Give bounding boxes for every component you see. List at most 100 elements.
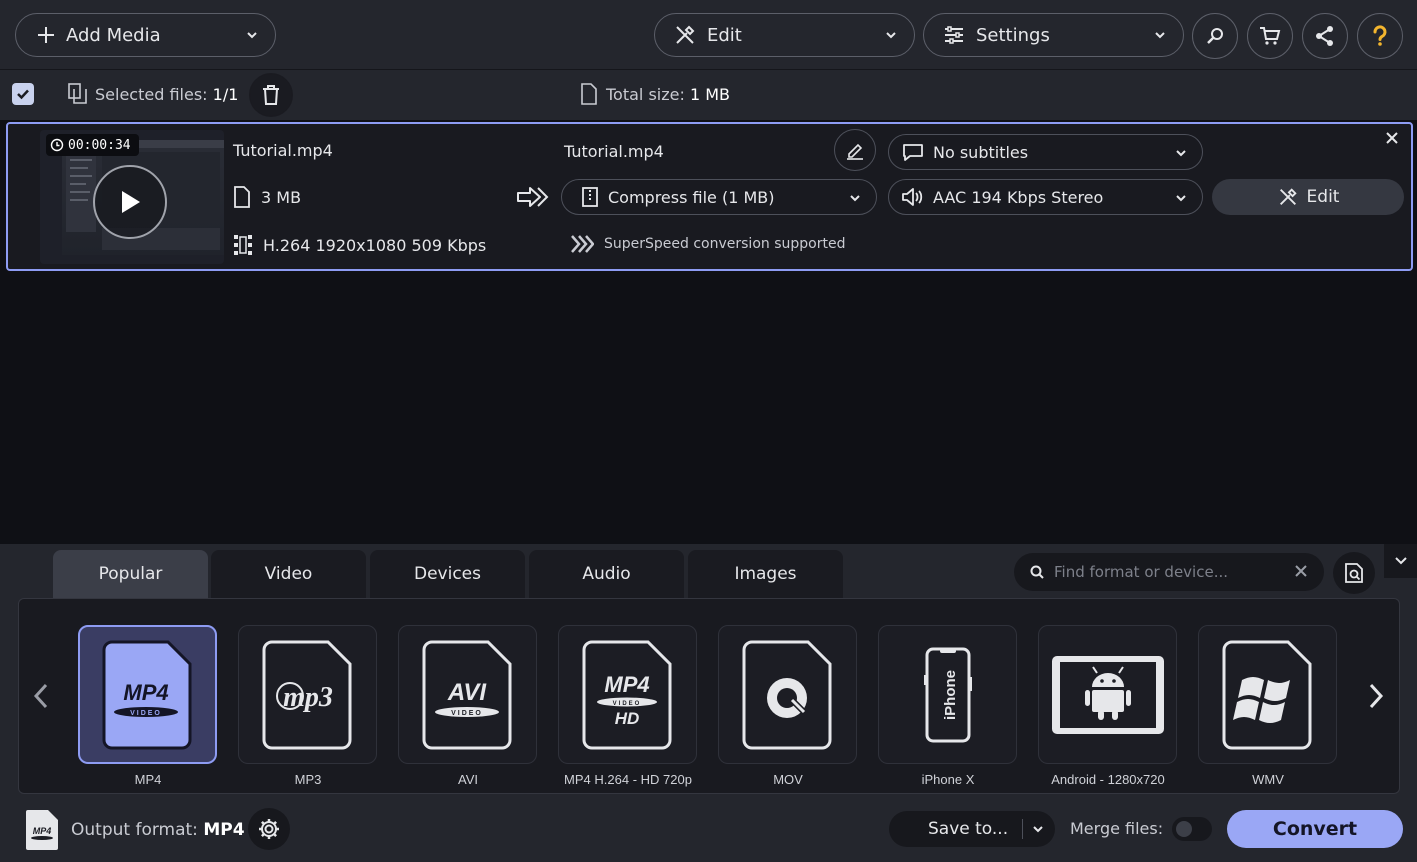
film-icon bbox=[233, 234, 263, 256]
scroll-right-button[interactable] bbox=[1366, 681, 1386, 711]
tab-popular[interactable]: Popular bbox=[53, 550, 208, 598]
help-button[interactable] bbox=[1357, 13, 1403, 59]
avi-icon: AVI VIDEO bbox=[422, 640, 511, 749]
format-iphone-x[interactable]: iPhone bbox=[878, 625, 1017, 764]
mp4-icon: MP4 VIDEO bbox=[102, 640, 191, 749]
remove-file-button[interactable] bbox=[1385, 131, 1399, 145]
format-android[interactable] bbox=[1038, 625, 1177, 764]
select-all-checkbox[interactable] bbox=[12, 83, 34, 105]
format-mp4[interactable]: MP4 VIDEO bbox=[78, 625, 217, 764]
format-label: MP3 bbox=[294, 772, 322, 787]
video-thumbnail[interactable]: 00:00:34 bbox=[40, 130, 224, 264]
superspeed-info: SuperSpeed conversion supported bbox=[570, 234, 845, 254]
chevron-down-icon[interactable] bbox=[1031, 822, 1045, 836]
file-list-empty-area bbox=[0, 272, 1417, 544]
question-icon bbox=[1369, 25, 1391, 47]
settings-menu-button[interactable]: Settings bbox=[923, 13, 1184, 57]
edit-menu-button[interactable]: Edit bbox=[654, 13, 915, 57]
search-button[interactable] bbox=[1192, 13, 1238, 59]
close-icon bbox=[1385, 131, 1399, 145]
save-to-button[interactable]: Save to... bbox=[889, 811, 1055, 847]
add-media-button[interactable]: Add Media bbox=[15, 13, 276, 57]
format-mp4-hd[interactable]: MP4 VIDEO HD bbox=[558, 625, 697, 764]
selection-bar: Selected files: 1/1 Total size: 1 MB bbox=[0, 70, 1417, 120]
top-toolbar: Add Media Edit Settings bbox=[0, 0, 1417, 70]
format-wmv[interactable] bbox=[1198, 625, 1337, 764]
search-icon bbox=[1030, 565, 1044, 579]
trash-icon bbox=[261, 84, 281, 106]
source-size-text: 3 MB bbox=[261, 187, 302, 207]
tab-devices[interactable]: Devices bbox=[370, 550, 525, 598]
subtitles-label: No subtitles bbox=[933, 142, 1029, 162]
mp4-icon-band: VIDEO bbox=[130, 710, 162, 717]
duration-badge: 00:00:34 bbox=[46, 134, 139, 156]
speech-bubble-icon bbox=[901, 142, 925, 162]
windows-icon bbox=[1222, 640, 1311, 749]
play-button[interactable] bbox=[93, 165, 167, 239]
find-format-button[interactable] bbox=[1333, 552, 1375, 594]
clear-search-icon[interactable] bbox=[1294, 564, 1308, 578]
audio-label: AAC 194 Kbps Stereo bbox=[933, 187, 1104, 207]
sliders-icon bbox=[942, 23, 966, 47]
collapse-panel-button[interactable] bbox=[1384, 544, 1417, 578]
format-mp3[interactable]: mp3 bbox=[238, 625, 377, 764]
superspeed-text: SuperSpeed conversion supported bbox=[604, 236, 846, 252]
share-icon bbox=[1314, 25, 1336, 47]
tab-images[interactable]: Images bbox=[688, 550, 843, 598]
add-media-label: Add Media bbox=[66, 24, 161, 46]
file-icon bbox=[580, 83, 598, 105]
duration-text: 00:00:34 bbox=[68, 137, 131, 153]
file-row[interactable]: 00:00:34 Tutorial.mp4 3 MB H.264 1920x10… bbox=[6, 122, 1413, 271]
output-filename[interactable]: Tutorial.mp4 bbox=[564, 142, 664, 161]
save-to-divider bbox=[1022, 819, 1023, 839]
output-format-icon-text: MP4 bbox=[33, 826, 52, 836]
audio-dropdown[interactable]: AAC 194 Kbps Stereo bbox=[888, 179, 1203, 215]
iphone-icon-text: iPhone bbox=[942, 669, 959, 719]
source-codec: H.264 1920x1080 509 Kbps bbox=[233, 234, 486, 256]
rename-button[interactable] bbox=[834, 129, 876, 171]
mp4-icon-text: MP4 bbox=[123, 680, 168, 705]
mp4-hd-icon-band: VIDEO bbox=[612, 701, 641, 707]
superspeed-icon bbox=[570, 234, 604, 254]
format-search[interactable]: Find format or device... bbox=[1014, 553, 1324, 591]
chevron-down-icon bbox=[884, 28, 898, 42]
zip-icon bbox=[582, 187, 598, 207]
edit-file-button[interactable]: Edit bbox=[1212, 179, 1404, 215]
source-size: 3 MB bbox=[233, 186, 301, 208]
source-filename: Tutorial.mp4 bbox=[233, 141, 333, 160]
mp3-icon: mp3 bbox=[262, 640, 351, 749]
mp4-hd-icon: MP4 VIDEO HD bbox=[582, 640, 671, 749]
file-icon bbox=[233, 186, 261, 208]
tab-audio[interactable]: Audio bbox=[529, 550, 684, 598]
convert-button[interactable]: Convert bbox=[1227, 810, 1403, 848]
compress-dropdown[interactable]: Compress file (1 MB) bbox=[561, 179, 877, 215]
tools-icon bbox=[1277, 186, 1307, 208]
format-label: WMV bbox=[1252, 772, 1284, 787]
pencil-icon bbox=[845, 140, 865, 160]
mp4-hd-icon-sub: HD bbox=[614, 709, 639, 728]
output-format-value: MP4 bbox=[203, 820, 245, 840]
subtitles-dropdown[interactable]: No subtitles bbox=[888, 134, 1203, 170]
toggle-knob bbox=[1176, 821, 1192, 837]
scroll-left-button[interactable] bbox=[31, 681, 51, 711]
compress-label: Compress file (1 MB) bbox=[608, 187, 775, 207]
output-settings-button[interactable] bbox=[248, 808, 290, 850]
chevron-down-icon bbox=[1153, 28, 1167, 42]
chevron-down-icon bbox=[1174, 146, 1188, 160]
tab-video[interactable]: Video bbox=[211, 550, 366, 598]
search-icon bbox=[1204, 25, 1226, 47]
format-mov[interactable] bbox=[718, 625, 857, 764]
format-label: AVI bbox=[458, 772, 478, 787]
format-avi[interactable]: AVI VIDEO bbox=[398, 625, 537, 764]
files-icon bbox=[68, 83, 88, 105]
delete-button[interactable] bbox=[249, 73, 293, 117]
output-format-text: Output format: MP4 bbox=[71, 820, 245, 840]
share-button[interactable] bbox=[1302, 13, 1348, 59]
total-size-value: 1 MB bbox=[689, 85, 731, 104]
merge-files-toggle[interactable] bbox=[1172, 817, 1212, 841]
plus-icon bbox=[36, 25, 56, 45]
iphone-icon: iPhone bbox=[923, 647, 972, 742]
total-size-label: Total size: bbox=[606, 85, 685, 104]
store-button[interactable] bbox=[1247, 13, 1293, 59]
chevron-down-icon bbox=[848, 191, 862, 205]
